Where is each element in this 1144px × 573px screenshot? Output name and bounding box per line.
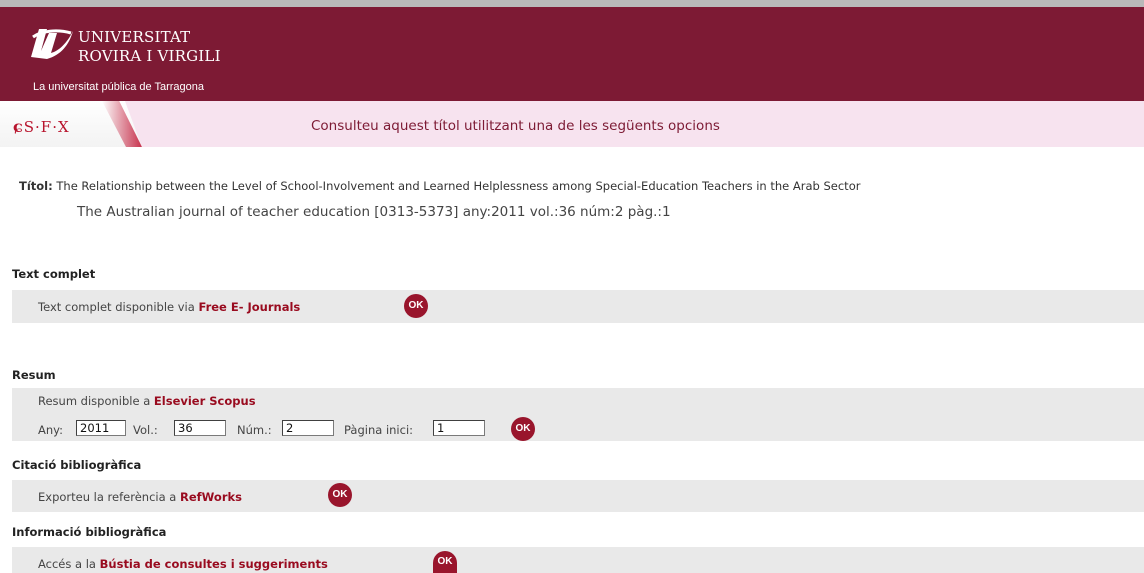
banner-text: Consulteu aquest títol utilitzant una de… xyxy=(311,118,720,134)
university-header: UNIVERSITAT ROVIRA I VIRGILI La universi… xyxy=(0,7,1144,101)
fulltext-row: Text complet disponible via Free E- Jour… xyxy=(12,290,1144,323)
citation-ok-button[interactable]: OK xyxy=(328,483,352,507)
info-text: Accés a la Bústia de consultes i suggeri… xyxy=(38,557,328,571)
fulltext-label: Text complet disponible via xyxy=(38,300,195,314)
free-ejournals-link[interactable]: Free E- Journals xyxy=(198,300,300,314)
sfx-swirl-icon: ɕ xyxy=(13,117,24,136)
record-title-row: Títol: The Relationship between the Leve… xyxy=(19,179,860,193)
university-subtitle: La universitat pública de Tarragona xyxy=(33,81,205,93)
citation-label: Exporteu la referència a xyxy=(38,490,177,504)
citation-text: Exporteu la referència a RefWorks xyxy=(38,490,242,504)
section-heading-citation: Citació bibliogràfica xyxy=(12,458,142,472)
university-name-line1: UNIVERSITAT xyxy=(78,28,191,46)
year-label: Any: xyxy=(38,423,63,437)
fulltext-text: Text complet disponible via Free E- Jour… xyxy=(38,300,300,314)
info-ok-button[interactable]: OK xyxy=(433,551,457,573)
info-row: Accés a la Bústia de consultes i suggeri… xyxy=(12,547,1144,573)
num-input[interactable] xyxy=(282,420,334,436)
refworks-link[interactable]: RefWorks xyxy=(180,490,242,504)
abstract-text: Resum disponible a Elsevier Scopus xyxy=(38,394,256,408)
info-label: Accés a la xyxy=(38,557,96,571)
vol-label: Vol.: xyxy=(133,423,158,437)
record-citation: The Australian journal of teacher educat… xyxy=(77,204,671,220)
citation-row: Exporteu la referència a RefWorks OK xyxy=(12,480,1144,512)
page-label: Pàgina inici: xyxy=(344,423,414,437)
num-label: Núm.: xyxy=(237,423,272,437)
section-heading-abstract: Resum xyxy=(12,368,56,382)
abstract-row: Resum disponible a Elsevier Scopus Any: … xyxy=(12,388,1144,441)
abstract-label: Resum disponible a xyxy=(38,394,151,408)
title-label: Títol: xyxy=(19,179,53,193)
year-input[interactable] xyxy=(76,420,126,436)
section-heading-info: Informació bibliogràfica xyxy=(12,525,167,539)
university-name-line2: ROVIRA I VIRGILI xyxy=(78,47,221,65)
page-input[interactable] xyxy=(433,420,485,436)
record-title: The Relationship between the Level of Sc… xyxy=(56,179,861,193)
top-border xyxy=(0,0,1144,7)
vol-input[interactable] xyxy=(174,420,226,436)
sfx-logo-text: S·F·X xyxy=(23,118,70,136)
sfx-logo: ɕS·F·X xyxy=(13,117,70,136)
section-heading-fulltext: Text complet xyxy=(12,267,96,281)
university-logo-icon xyxy=(31,29,73,59)
fulltext-ok-button[interactable]: OK xyxy=(404,294,428,318)
bustia-consultes-link[interactable]: Bústia de consultes i suggeriments xyxy=(100,557,328,571)
abstract-ok-button[interactable]: OK xyxy=(511,417,535,441)
elsevier-scopus-link[interactable]: Elsevier Scopus xyxy=(154,394,256,408)
